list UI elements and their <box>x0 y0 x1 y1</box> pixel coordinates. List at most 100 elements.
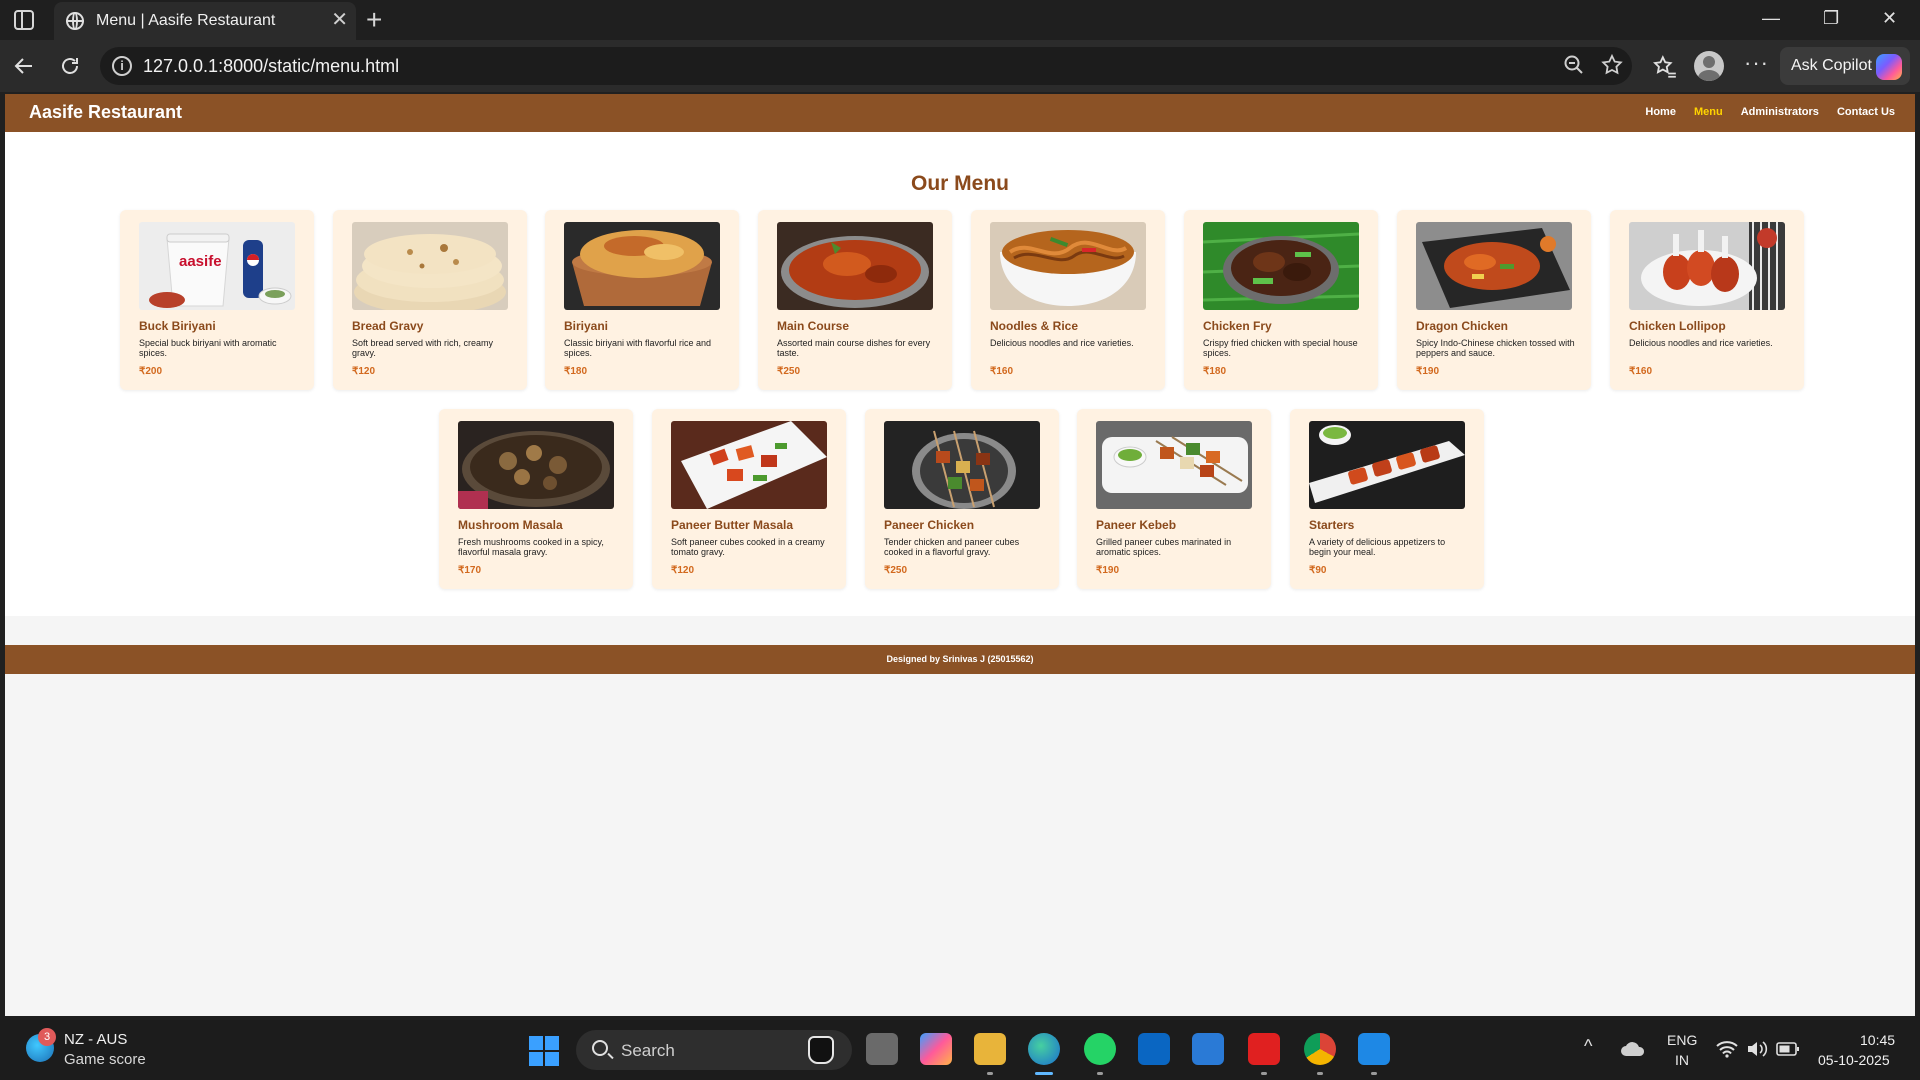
notepad-icon[interactable] <box>1192 1033 1224 1065</box>
item-name: Mushroom Masala <box>458 518 563 532</box>
browser-tab-bar: Menu | Aasife Restaurant ✕ + — ❐ ✕ <box>0 0 1920 40</box>
curry-image <box>777 222 933 310</box>
new-tab-button[interactable]: + <box>366 4 382 36</box>
notification-badge: 3 <box>38 1028 56 1046</box>
nav-menu[interactable]: Menu <box>1694 106 1723 118</box>
menu-card[interactable]: Chicken Fry Crispy fried chicken with sp… <box>1184 210 1378 390</box>
task-view-icon[interactable] <box>866 1033 898 1065</box>
ask-copilot-button[interactable]: Ask Copilot <box>1780 47 1910 85</box>
news-headline[interactable]: NZ - AUS <box>64 1031 127 1048</box>
main-nav: Home Menu Administrators Contact Us <box>1645 106 1895 118</box>
chrome-icon[interactable] <box>1304 1033 1336 1065</box>
menu-card[interactable]: aasife Buck Biriyani Special buck biriya… <box>120 210 314 390</box>
item-price: ₹170 <box>458 565 482 576</box>
menu-card[interactable]: Paneer Chicken Tender chicken and paneer… <box>865 409 1059 589</box>
tray-overflow-icon[interactable]: ^ <box>1584 1036 1592 1057</box>
item-description: Crispy fried chicken with special house … <box>1203 338 1358 358</box>
search-highlight-icon <box>808 1036 834 1064</box>
wifi-icon[interactable] <box>1716 1040 1738 1058</box>
dragon-chicken-image <box>1416 222 1572 310</box>
nav-administrators[interactable]: Administrators <box>1741 106 1819 118</box>
clock-time[interactable]: 10:45 <box>1860 1032 1895 1048</box>
zoom-out-icon[interactable] <box>1562 53 1586 77</box>
running-indicator <box>1371 1072 1377 1075</box>
battery-icon[interactable] <box>1776 1041 1800 1057</box>
volume-icon[interactable] <box>1746 1040 1768 1058</box>
menu-card[interactable]: Bread Gravy Soft bread served with rich,… <box>333 210 527 390</box>
menu-card[interactable]: Starters A variety of delicious appetize… <box>1290 409 1484 589</box>
biriyani-pot-image <box>564 222 720 310</box>
menu-card[interactable]: Paneer Kebeb Grilled paneer cubes marina… <box>1077 409 1271 589</box>
item-name: Chicken Fry <box>1203 319 1272 333</box>
item-price: ₹180 <box>1203 366 1227 377</box>
window-close-button[interactable]: ✕ <box>1882 8 1897 29</box>
svg-text:aasife: aasife <box>179 253 222 270</box>
start-button[interactable] <box>529 1036 559 1066</box>
language-indicator[interactable]: ENG <box>1667 1032 1697 1048</box>
favorites-icon[interactable] <box>1652 54 1678 80</box>
more-options-icon[interactable]: ··· <box>1744 50 1769 76</box>
site-info-icon[interactable]: i <box>112 56 132 76</box>
item-description: Fresh mushrooms cooked in a spicy, flavo… <box>458 537 604 557</box>
item-description: Special buck biriyani with aromatic spic… <box>139 338 277 358</box>
browser-tab[interactable]: Menu | Aasife Restaurant ✕ <box>54 2 356 40</box>
menu-card[interactable]: Main Course Assorted main course dishes … <box>758 210 952 390</box>
menu-card[interactable]: Noodles & Rice Delicious noodles and ric… <box>971 210 1165 390</box>
youtube-icon[interactable] <box>1248 1033 1280 1065</box>
copilot-app-icon[interactable] <box>920 1033 952 1065</box>
file-explorer-icon[interactable] <box>974 1033 1006 1065</box>
region-indicator[interactable]: IN <box>1675 1052 1689 1068</box>
windows-logo-icon <box>529 1036 543 1050</box>
menu-card[interactable]: Dragon Chicken Spicy Indo-Chinese chicke… <box>1397 210 1591 390</box>
item-name: Starters <box>1309 518 1355 532</box>
minimize-button[interactable]: — <box>1762 8 1780 29</box>
browser-toolbar: i 127.0.0.1:8000/static/menu.html ··· As… <box>0 40 1920 92</box>
item-price: ₹160 <box>990 366 1014 377</box>
sidebar-toggle-icon[interactable] <box>14 10 34 30</box>
menu-card[interactable]: Biriyani Classic biriyani with flavorful… <box>545 210 739 390</box>
reload-button[interactable] <box>54 50 86 82</box>
site-header: Aasife Restaurant Home Menu Administrato… <box>5 94 1915 132</box>
maximize-button[interactable]: ❐ <box>1823 8 1839 29</box>
copilot-icon <box>1876 54 1902 80</box>
url-text[interactable]: 127.0.0.1:8000/static/menu.html <box>143 56 399 77</box>
item-name: Chicken Lollipop <box>1629 319 1726 333</box>
onedrive-cloud-icon[interactable] <box>1620 1040 1646 1058</box>
item-description: A variety of delicious appetizers to beg… <box>1309 537 1446 557</box>
vscode-icon[interactable] <box>1358 1033 1390 1065</box>
menu-card[interactable]: Chicken Lollipop Delicious noodles and r… <box>1610 210 1804 390</box>
tab-close-icon[interactable]: ✕ <box>331 9 348 31</box>
globe-icon <box>66 12 84 30</box>
nav-home[interactable]: Home <box>1645 106 1676 118</box>
favorite-star-icon[interactable] <box>1600 53 1624 77</box>
clock-date[interactable]: 05-10-2025 <box>1818 1052 1890 1068</box>
biriyani-bucket-image: aasife <box>139 222 295 310</box>
linkedin-icon[interactable] <box>1138 1033 1170 1065</box>
item-price: ₹190 <box>1096 565 1120 576</box>
item-price: ₹200 <box>139 366 163 377</box>
starters-image <box>1309 421 1465 509</box>
item-price: ₹120 <box>671 565 695 576</box>
site-brand[interactable]: Aasife Restaurant <box>29 102 182 123</box>
running-indicator <box>1261 1072 1267 1075</box>
active-indicator <box>1035 1072 1053 1075</box>
paneer-chicken-skewers-image <box>884 421 1040 509</box>
copilot-label: Ask Copilot <box>1791 57 1872 74</box>
address-bar[interactable]: i 127.0.0.1:8000/static/menu.html <box>100 47 1632 85</box>
item-price: ₹250 <box>777 366 801 377</box>
menu-card[interactable]: Paneer Butter Masala Soft paneer cubes c… <box>652 409 846 589</box>
running-indicator <box>987 1072 993 1075</box>
whatsapp-icon[interactable] <box>1084 1033 1116 1065</box>
edge-browser-icon[interactable] <box>1028 1033 1060 1065</box>
news-subline[interactable]: Game score <box>64 1051 146 1068</box>
profile-avatar[interactable] <box>1694 51 1724 81</box>
back-arrow-icon <box>14 58 32 74</box>
search-label: Search <box>621 1041 675 1060</box>
item-price: ₹90 <box>1309 565 1327 576</box>
taskbar-search[interactable]: Search <box>576 1030 852 1070</box>
item-name: Buck Biriyani <box>139 319 216 333</box>
menu-card[interactable]: Mushroom Masala Fresh mushrooms cooked i… <box>439 409 633 589</box>
nav-contact-us[interactable]: Contact Us <box>1837 106 1895 118</box>
item-price: ₹160 <box>1629 366 1653 377</box>
back-button[interactable] <box>8 50 40 82</box>
